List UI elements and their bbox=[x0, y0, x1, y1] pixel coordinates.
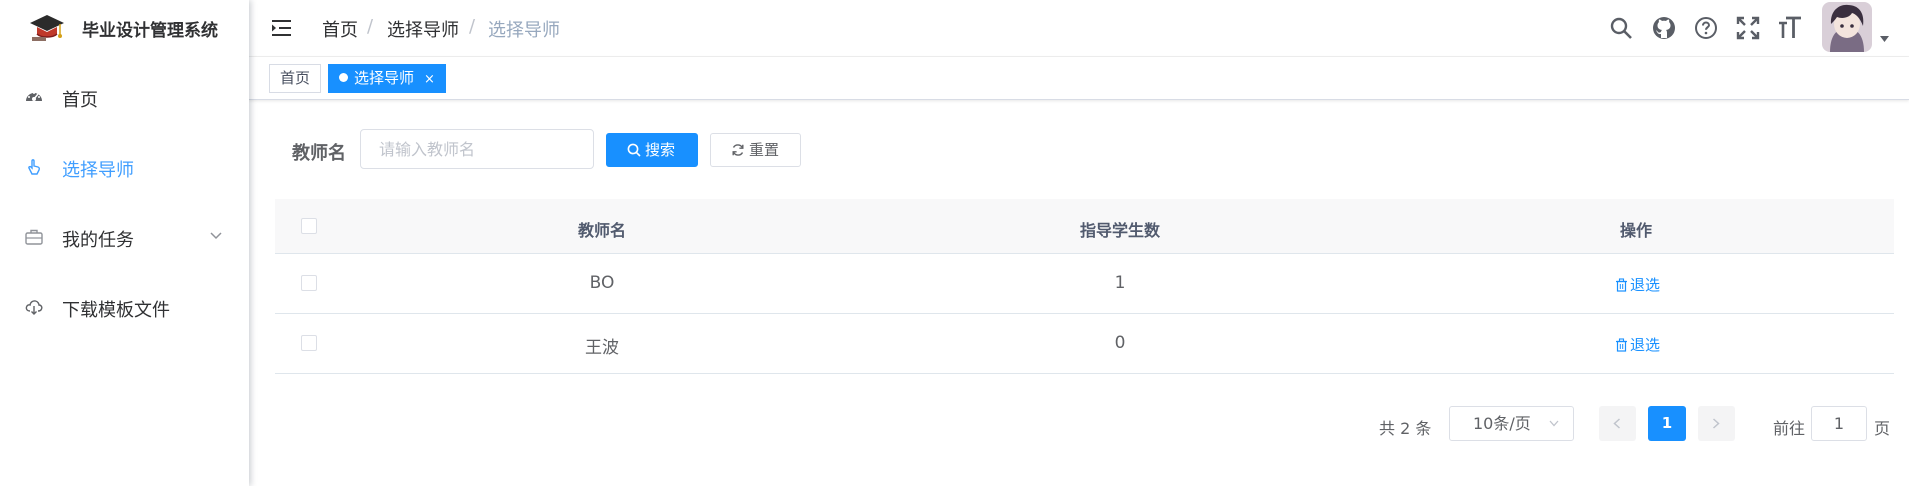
page-size-select[interactable]: 10条/页 bbox=[1449, 406, 1574, 441]
avatar-image bbox=[1822, 2, 1872, 52]
reset-button[interactable]: 重置 bbox=[710, 133, 801, 167]
pagination-total: 共 2 条 bbox=[1379, 419, 1432, 438]
navbar: 首页 / 选择导师 / 选择导师 bbox=[249, 0, 1909, 57]
sidebar-item-label: 首页 bbox=[62, 90, 98, 111]
graduation-cap-icon bbox=[30, 15, 64, 41]
search-button-label: 搜索 bbox=[645, 141, 676, 159]
next-page-button[interactable] bbox=[1698, 406, 1735, 441]
font-size-icon[interactable] bbox=[1778, 16, 1802, 40]
sidebar-item-label: 我的任务 bbox=[62, 230, 134, 251]
trash-icon bbox=[1616, 278, 1627, 292]
fullscreen-icon[interactable] bbox=[1736, 16, 1760, 40]
student-count-cell: 1 bbox=[1114, 273, 1126, 293]
breadcrumb-home[interactable]: 首页 bbox=[322, 16, 358, 42]
user-avatar[interactable] bbox=[1822, 2, 1872, 52]
teacher-name-cell: 王波 bbox=[585, 338, 619, 358]
breadcrumb-separator: / bbox=[469, 16, 476, 37]
breadcrumb-separator: / bbox=[367, 16, 374, 37]
search-button[interactable]: 搜索 bbox=[606, 133, 698, 167]
cloud-download-icon bbox=[25, 300, 43, 315]
tag-home[interactable]: 首页 bbox=[269, 64, 322, 93]
row-checkbox[interactable] bbox=[301, 335, 317, 351]
reset-button-label: 重置 bbox=[749, 141, 780, 159]
github-icon[interactable] bbox=[1652, 16, 1676, 40]
active-dot-icon bbox=[339, 73, 348, 82]
page-number-current[interactable]: 1 bbox=[1648, 406, 1686, 441]
goto-prefix: 前往 bbox=[1773, 419, 1806, 438]
refresh-icon bbox=[732, 144, 744, 156]
student-count-cell: 0 bbox=[1114, 333, 1126, 353]
goto-suffix: 页 bbox=[1874, 419, 1891, 438]
withdraw-button[interactable]: 退选 bbox=[1615, 274, 1660, 295]
sidebar: 毕业设计管理系统 首页 选择导师 我的任务 下载模板文件 bbox=[0, 0, 249, 486]
tag-close-button[interactable]: × bbox=[424, 66, 435, 93]
column-header-actions: 操作 bbox=[1619, 221, 1653, 240]
sidebar-item-label: 选择导师 bbox=[62, 160, 134, 181]
app-title: 毕业设计管理系统 bbox=[82, 21, 218, 41]
goto-page-input[interactable] bbox=[1811, 406, 1867, 441]
page-size-value: 10条/页 bbox=[1473, 414, 1531, 433]
search-icon[interactable] bbox=[1609, 16, 1633, 40]
column-header-teacher: 教师名 bbox=[577, 221, 627, 240]
briefcase-icon bbox=[25, 229, 43, 245]
table-row: BO 1 退选 bbox=[275, 254, 1894, 314]
breadcrumb-current: 选择导师 bbox=[488, 20, 560, 41]
breadcrumb-parent[interactable]: 选择导师 bbox=[387, 16, 459, 42]
tag-select-advisor[interactable]: 选择导师 × bbox=[328, 64, 446, 93]
teacher-name-cell: BO bbox=[589, 273, 615, 293]
chevron-down-icon bbox=[210, 232, 222, 240]
sidebar-item-label: 下载模板文件 bbox=[62, 300, 170, 321]
sidebar-logo[interactable]: 毕业设计管理系统 bbox=[0, 0, 249, 56]
sidebar-item-my-tasks[interactable]: 我的任务 bbox=[0, 202, 249, 272]
select-all-checkbox[interactable] bbox=[301, 218, 317, 234]
tag-label: 选择导师 bbox=[354, 69, 415, 87]
row-checkbox[interactable] bbox=[301, 275, 317, 291]
sidebar-item-download-templates[interactable]: 下载模板文件 bbox=[0, 272, 249, 342]
teacher-name-label: 教师名 bbox=[292, 143, 346, 164]
hamburger-icon[interactable] bbox=[271, 18, 292, 38]
search-icon bbox=[627, 143, 641, 157]
dashboard-icon bbox=[26, 92, 42, 101]
caret-down-icon[interactable] bbox=[1880, 36, 1889, 42]
table-row: 王波 0 退选 bbox=[275, 314, 1894, 374]
teacher-name-input[interactable] bbox=[360, 129, 594, 169]
column-header-students: 指导学生数 bbox=[1079, 221, 1161, 240]
trash-icon bbox=[1616, 338, 1627, 352]
withdraw-label: 退选 bbox=[1630, 336, 1661, 354]
chevron-right-icon bbox=[1712, 418, 1720, 429]
table-header: 教师名 指导学生数 操作 bbox=[275, 199, 1894, 254]
tag-label: 首页 bbox=[280, 69, 311, 87]
help-circle-icon[interactable] bbox=[1694, 16, 1718, 40]
chevron-down-icon bbox=[1549, 420, 1559, 427]
withdraw-label: 退选 bbox=[1630, 276, 1661, 294]
pointer-hand-icon bbox=[28, 159, 40, 175]
tags-view: 首页 选择导师 × bbox=[249, 57, 1909, 100]
withdraw-button[interactable]: 退选 bbox=[1615, 334, 1660, 355]
sidebar-item-select-advisor[interactable]: 选择导师 bbox=[0, 132, 249, 202]
chevron-left-icon bbox=[1613, 418, 1621, 429]
prev-page-button[interactable] bbox=[1599, 406, 1636, 441]
sidebar-item-home[interactable]: 首页 bbox=[0, 62, 249, 132]
